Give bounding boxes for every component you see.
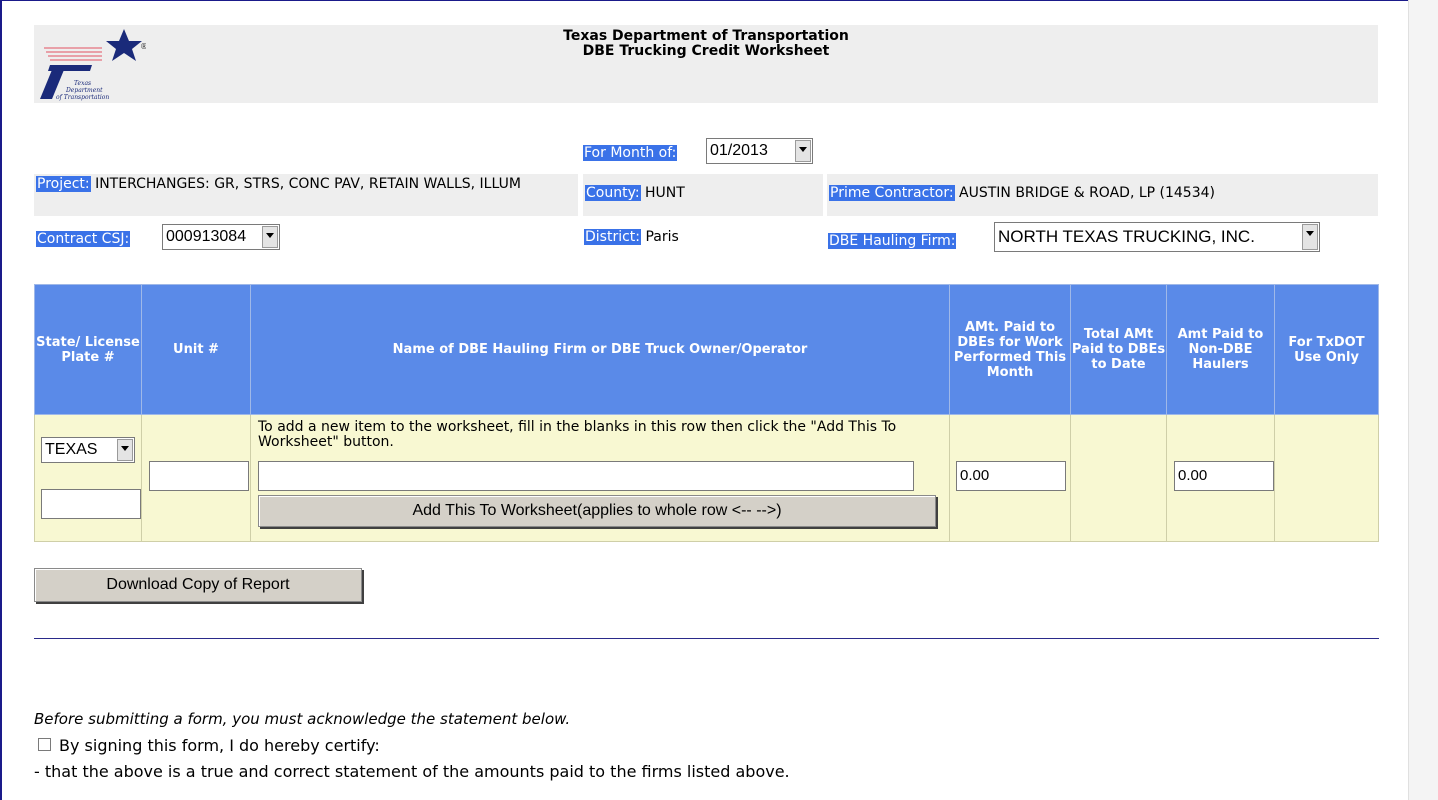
add-to-worksheet-button[interactable]: Add This To Worksheet(applies to whole r… xyxy=(258,495,936,527)
certify-statement: - that the above is a true and correct s… xyxy=(34,762,790,781)
hauling-firm-label: DBE Hauling Firm: xyxy=(828,233,957,249)
hauling-firm-select[interactable]: NORTH TEXAS TRUCKING, INC. xyxy=(994,222,1320,252)
license-plate-input[interactable] xyxy=(41,489,141,519)
project-value: INTERCHANGES: GR, STRS, CONC PAV, RETAIN… xyxy=(95,176,521,192)
district-value: Paris xyxy=(645,229,679,245)
scrollbar-gutter[interactable] xyxy=(1408,0,1438,800)
page-title-line2: DBE Trucking Credit Worksheet xyxy=(582,43,830,59)
col-header-firm-name: Name of DBE Hauling Firm or DBE Truck Ow… xyxy=(250,284,950,415)
col-header-non-dbe: Amt Paid to Non-DBE Haulers xyxy=(1166,284,1275,415)
col-header-license-plate: State/ License Plate # xyxy=(34,284,142,415)
page-title-line1: Texas Department of Transportation xyxy=(563,28,849,44)
svg-text:Texas: Texas xyxy=(74,80,91,87)
add-row-instruction: To add a new item to the worksheet, fill… xyxy=(258,419,897,450)
state-select-value: TEXAS xyxy=(45,441,98,458)
col-header-amt-month: AMt. Paid to DBEs for Work Performed Thi… xyxy=(949,284,1071,415)
amt-non-dbe-input[interactable]: 0.00 xyxy=(1174,461,1274,491)
col-header-txdot-use: For TxDOT Use Only xyxy=(1274,284,1379,415)
page-header: ® Texas Department of Transportation Tex… xyxy=(34,25,1378,103)
col-header-total-to-date: Total AMt Paid to DBEs to Date xyxy=(1070,284,1167,415)
page-title: Texas Department of Transportation DBE T… xyxy=(34,29,1378,59)
amt-month-input[interactable]: 0.00 xyxy=(956,461,1066,491)
page-border-left xyxy=(0,0,2,800)
cell-unit xyxy=(141,414,251,542)
cell-txdot-use xyxy=(1274,414,1379,542)
chevron-down-icon[interactable] xyxy=(262,226,278,248)
county-label: County: xyxy=(585,185,641,201)
certify-row: By signing this form, I do hereby certif… xyxy=(38,736,380,755)
county-field: County: HUNT xyxy=(583,174,823,216)
certify-label: By signing this form, I do hereby certif… xyxy=(59,736,380,755)
table-row: TEXAS To add a new item to the worksheet… xyxy=(34,414,1379,542)
csj-select[interactable]: 000913084 xyxy=(162,224,280,250)
hauling-firm-field: DBE Hauling Firm: xyxy=(828,233,957,249)
cell-total-to-date xyxy=(1070,414,1167,542)
worksheet-table: State/ License Plate # Unit # Name of DB… xyxy=(34,284,1379,542)
district-field: District: Paris xyxy=(584,229,679,245)
csj-select-value: 000913084 xyxy=(166,228,247,245)
project-label: Project: xyxy=(36,176,91,192)
divider xyxy=(34,638,1379,639)
cell-firm-name: To add a new item to the worksheet, fill… xyxy=(250,414,950,542)
month-select-value: 01/2013 xyxy=(710,142,768,159)
unit-input[interactable] xyxy=(149,461,249,491)
chevron-down-icon[interactable] xyxy=(1302,224,1318,250)
table-header-row: State/ License Plate # Unit # Name of DB… xyxy=(34,284,1379,415)
project-field: Project: INTERCHANGES: GR, STRS, CONC PA… xyxy=(34,174,578,216)
certify-checkbox[interactable] xyxy=(38,738,51,751)
county-value: HUNT xyxy=(645,185,685,201)
hauling-firm-select-value: NORTH TEXAS TRUCKING, INC. xyxy=(998,227,1255,246)
month-select[interactable]: 01/2013 xyxy=(706,138,813,164)
district-label: District: xyxy=(584,229,642,245)
acknowledge-text: Before submitting a form, you must ackno… xyxy=(34,710,571,728)
prime-contractor-label: Prime Contractor: xyxy=(829,185,955,201)
prime-contractor-value: AUSTIN BRIDGE & ROAD, LP (14534) xyxy=(959,185,1215,201)
firm-name-input[interactable] xyxy=(258,461,914,491)
col-header-unit: Unit # xyxy=(141,284,251,415)
csj-label: Contract CSJ: xyxy=(36,231,131,247)
state-select[interactable]: TEXAS xyxy=(41,437,135,463)
cell-license-plate: TEXAS xyxy=(34,414,142,542)
svg-text:of Transportation: of Transportation xyxy=(56,94,109,101)
page-border-top xyxy=(0,0,1410,1)
svg-text:Department: Department xyxy=(65,87,103,94)
csj-field: Contract CSJ: xyxy=(36,231,131,247)
prime-contractor-field: Prime Contractor: AUSTIN BRIDGE & ROAD, … xyxy=(827,174,1378,216)
cell-non-dbe: 0.00 xyxy=(1166,414,1275,542)
month-label: For Month of: xyxy=(583,145,678,161)
chevron-down-icon[interactable] xyxy=(117,439,133,461)
month-field: For Month of: xyxy=(583,145,678,161)
cell-amt-month: 0.00 xyxy=(949,414,1071,542)
chevron-down-icon[interactable] xyxy=(795,140,811,162)
download-report-button[interactable]: Download Copy of Report xyxy=(34,568,362,602)
